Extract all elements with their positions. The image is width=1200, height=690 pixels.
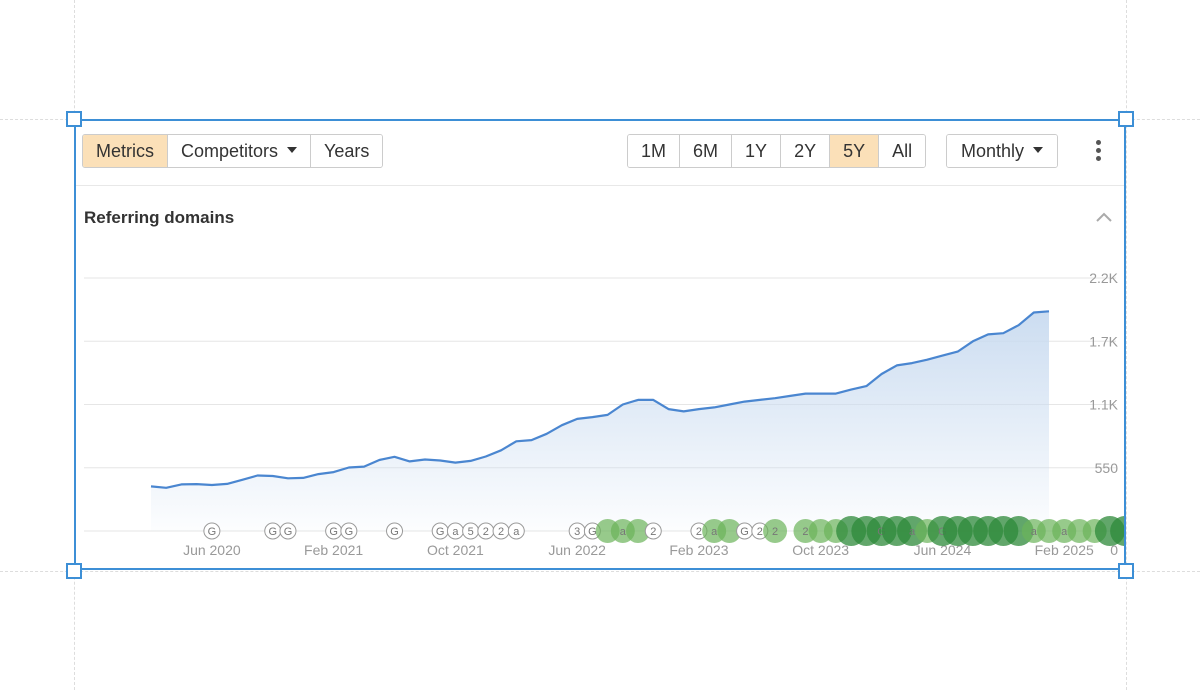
marker-label: 3 — [574, 526, 580, 538]
resize-handle-top-left[interactable] — [66, 111, 82, 127]
update-marker: G — [736, 522, 754, 540]
marker-label: a — [1031, 526, 1038, 538]
update-marker: G — [386, 522, 404, 540]
marker-label: G — [436, 526, 445, 538]
resize-handle-bottom-right[interactable] — [1118, 563, 1134, 579]
marker-label: 5 — [468, 526, 474, 538]
marker-label: a — [620, 526, 627, 538]
x-tick-label: Oct 2023 — [792, 542, 849, 558]
guide-line-right — [1126, 0, 1127, 690]
x-tick-label: Feb 2025 — [1035, 542, 1094, 558]
y-tick-label: 1.1K — [1089, 397, 1118, 413]
marker-label: G — [329, 526, 338, 538]
update-marker: 2 — [763, 519, 788, 543]
marker-label: 2 — [650, 526, 656, 538]
guide-line-bottom — [0, 571, 1200, 572]
marker-label: G — [390, 526, 399, 538]
update-marker: 3 — [568, 522, 586, 540]
marker-label: 2 — [483, 526, 489, 538]
resize-handle-top-right[interactable] — [1118, 111, 1134, 127]
y-tick-label: 2.2K — [1089, 270, 1118, 286]
series-area — [151, 311, 1049, 531]
marker-label: a — [452, 526, 459, 538]
marker-label: a — [711, 526, 718, 538]
update-marker: a — [507, 522, 525, 540]
update-marker: G — [264, 522, 282, 540]
marker-label: G — [268, 526, 277, 538]
y-tick-label: 550 — [1095, 460, 1119, 476]
update-marker: G — [203, 522, 221, 540]
marker-label: 2 — [802, 526, 808, 538]
update-marker: 5 — [462, 522, 480, 540]
marker-label: a — [909, 526, 916, 538]
update-marker: G — [279, 522, 297, 540]
marker-label: 2 — [498, 526, 504, 538]
x-tick-label: Feb 2021 — [304, 542, 363, 558]
marker-label: a — [513, 526, 520, 538]
marker-label: G — [345, 526, 354, 538]
update-marker: G — [431, 522, 449, 540]
update-marker: a — [446, 522, 464, 540]
marker-label: G — [588, 526, 597, 538]
update-marker: 2 — [644, 522, 662, 540]
chart-widget[interactable]: Metrics Competitors Years 1M 6M 1Y 2Y 5Y All Mo… — [74, 119, 1126, 570]
update-marker: 2 — [477, 522, 495, 540]
marker-label: 2 — [772, 526, 778, 538]
marker-label: a — [1061, 526, 1068, 538]
x-tick-label: Jun 2020 — [183, 542, 241, 558]
marker-label: 2 — [696, 526, 702, 538]
marker-label: G — [208, 526, 217, 538]
x-tick-label: Oct 2021 — [427, 542, 484, 558]
marker-label: G — [284, 526, 293, 538]
resize-handle-bottom-left[interactable] — [66, 563, 82, 579]
update-marker: G — [340, 522, 358, 540]
referring-domains-chart: 05501.1K1.7K2.2KJun 2020 Feb 2021 Oct 2021… — [84, 270, 1124, 558]
marker-label: 2 — [757, 526, 763, 538]
x-tick-label: Jun 2022 — [548, 542, 606, 558]
update-marker: G — [325, 522, 343, 540]
y-tick-label: 1.7K — [1089, 333, 1118, 349]
update-marker: 2 — [492, 522, 510, 540]
marker-label: G — [740, 526, 749, 538]
x-tick-label: Feb 2023 — [669, 542, 728, 558]
